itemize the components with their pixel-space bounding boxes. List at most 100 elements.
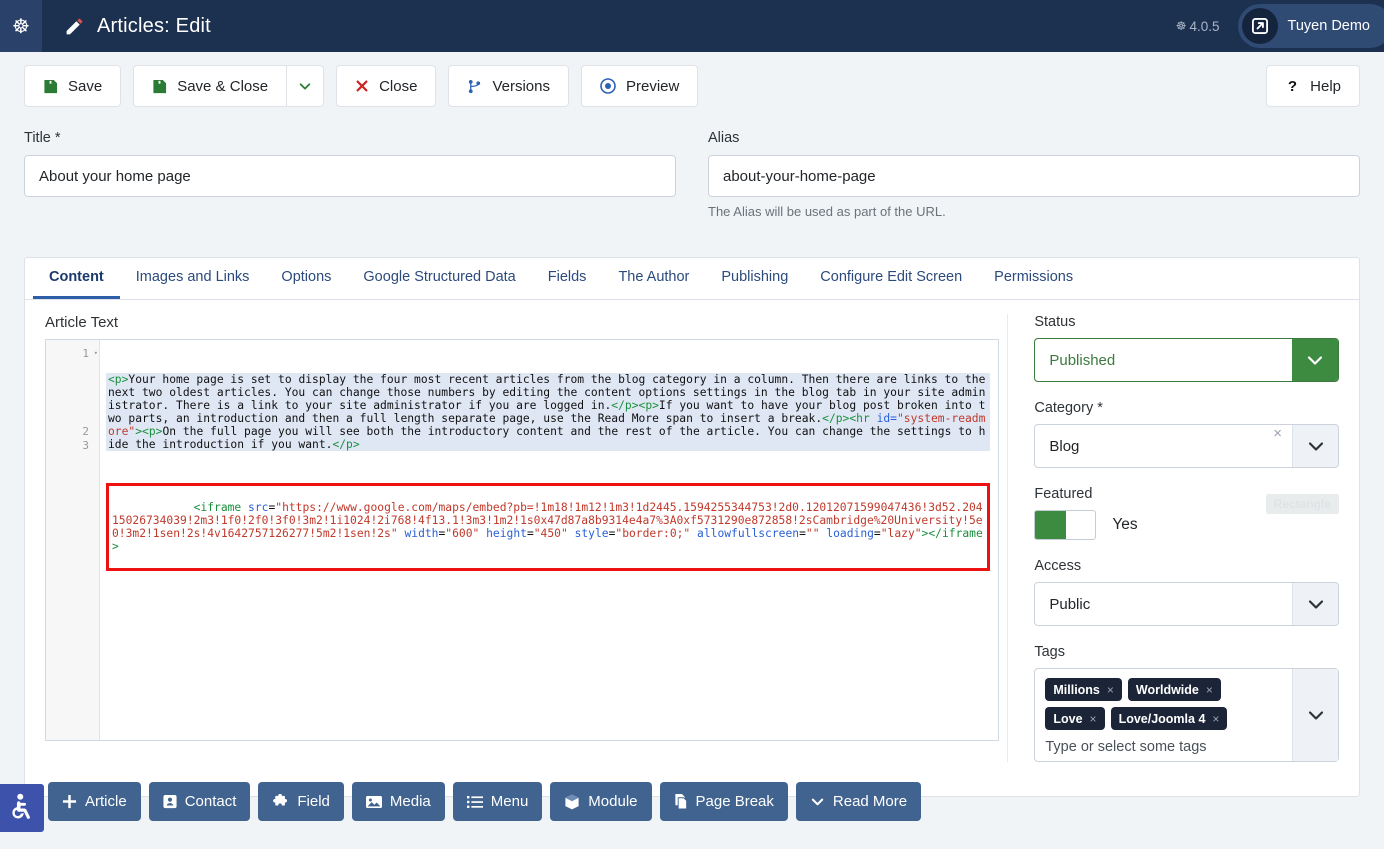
category-select[interactable]: Blog × bbox=[1034, 424, 1339, 468]
save-close-button-group: Save & Close bbox=[133, 65, 325, 107]
code-content[interactable]: <p>Your home page is set to display the … bbox=[100, 340, 998, 740]
tab-content[interactable]: Content bbox=[33, 258, 120, 299]
status-select[interactable]: Published bbox=[1034, 338, 1339, 382]
line-number-text: 2 bbox=[82, 425, 89, 438]
insert-page-break-button[interactable]: Page Break bbox=[659, 782, 788, 821]
save-button-label: Save bbox=[68, 77, 103, 95]
insert-module-button[interactable]: Module bbox=[550, 782, 652, 821]
tag-chip[interactable]: Millions × bbox=[1045, 678, 1122, 701]
insert-button-label: Article bbox=[85, 793, 127, 810]
tag-remove-x-icon[interactable]: × bbox=[1206, 683, 1213, 697]
tag-remove-x-icon[interactable]: × bbox=[1212, 712, 1219, 726]
tag-remove-x-icon[interactable]: × bbox=[1090, 712, 1097, 726]
close-button-label: Close bbox=[379, 77, 418, 95]
page-title: Articles: Edit bbox=[97, 14, 211, 37]
code-token-tag: <p> bbox=[108, 373, 129, 386]
tags-placeholder-text[interactable]: Type or select some tags bbox=[1045, 736, 1284, 755]
category-value: Blog bbox=[1049, 437, 1080, 455]
line-number-text: 1 bbox=[82, 347, 89, 360]
access-select[interactable]: Public bbox=[1034, 582, 1339, 626]
joomla-logo-button[interactable]: ☸ bbox=[0, 0, 42, 52]
code-token-attr: loading bbox=[826, 527, 874, 540]
featured-toggle-switch[interactable] bbox=[1034, 510, 1097, 540]
code-token-value: "lazy" bbox=[880, 527, 922, 540]
list-icon bbox=[466, 795, 483, 809]
insert-button-label: Contact bbox=[184, 793, 237, 810]
tab-label: Permissions bbox=[994, 269, 1074, 285]
tab-options[interactable]: Options bbox=[265, 258, 347, 299]
code-token-tag: </p> bbox=[332, 438, 360, 451]
preview-button[interactable]: Preview bbox=[581, 65, 699, 107]
insert-article-button[interactable]: Article bbox=[48, 782, 141, 821]
tag-chip[interactable]: Love/Joomla 4 × bbox=[1110, 707, 1228, 730]
chevron-down-icon[interactable] bbox=[1292, 669, 1338, 761]
tab-google-structured-data[interactable]: Google Structured Data bbox=[347, 258, 531, 299]
tab-fields[interactable]: Fields bbox=[532, 258, 603, 299]
chevron-down-icon[interactable] bbox=[1292, 425, 1338, 467]
tab-bar: Content Images and Links Options Google Str… bbox=[25, 258, 1359, 300]
tab-configure-edit-screen[interactable]: Configure Edit Screen bbox=[804, 258, 978, 299]
code-token-attr: id= bbox=[876, 412, 897, 425]
user-menu-button[interactable]: Tuyen Demo bbox=[1237, 4, 1384, 48]
code-line-html: <p>Your home page is set to display the … bbox=[106, 373, 991, 451]
insert-button-label: Field bbox=[297, 793, 330, 810]
cube-icon bbox=[564, 794, 580, 810]
save-button[interactable]: Save bbox=[24, 65, 122, 107]
chevron-down-icon[interactable] bbox=[1292, 339, 1338, 381]
tab-the-author[interactable]: The Author bbox=[602, 258, 705, 299]
code-token-attr: src bbox=[248, 501, 269, 514]
insert-button-label: Media bbox=[389, 793, 431, 810]
category-clear-x-icon[interactable]: × bbox=[1263, 425, 1292, 467]
insert-read-more-button[interactable]: Read More bbox=[795, 782, 922, 821]
code-token-tag: <iframe bbox=[193, 501, 242, 514]
insert-button-label: Read More bbox=[832, 793, 908, 810]
code-token-tag: </p> bbox=[611, 399, 639, 412]
line-number-text: 3 bbox=[82, 439, 89, 452]
top-navigation-bar: ☸ Articles: Edit ☸ 4.0.5 Tuyen Demo bbox=[0, 0, 1384, 52]
tab-label: The Author bbox=[618, 269, 690, 285]
save-and-close-button[interactable]: Save & Close bbox=[133, 65, 287, 107]
tag-chip-label: Love bbox=[1053, 711, 1083, 726]
versions-button[interactable]: Versions bbox=[448, 65, 569, 107]
alias-input[interactable] bbox=[708, 155, 1360, 197]
help-button[interactable]: ? Help bbox=[1266, 65, 1360, 107]
insert-menu-button[interactable]: Menu bbox=[452, 782, 543, 821]
tab-permissions[interactable]: Permissions bbox=[978, 258, 1089, 299]
tab-label: Content bbox=[49, 269, 104, 285]
fold-arrow-icon[interactable]: ▾ bbox=[94, 347, 98, 360]
external-link-icon bbox=[1241, 8, 1278, 44]
status-label: Status bbox=[1034, 314, 1076, 330]
eye-icon bbox=[600, 78, 616, 94]
chevron-down-icon bbox=[810, 794, 825, 809]
editor-column: Article Text 1 ▾ 2 3 <p>Your home page i… bbox=[45, 314, 1000, 762]
insert-field-button[interactable]: Field bbox=[258, 782, 344, 821]
title-label: Title * bbox=[24, 130, 61, 146]
code-editor[interactable]: 1 ▾ 2 3 <p>Your home page is set to disp… bbox=[45, 339, 1000, 741]
code-token-attr: style bbox=[574, 527, 609, 540]
accessibility-button[interactable] bbox=[0, 784, 44, 832]
close-button[interactable]: Close bbox=[336, 65, 437, 107]
tag-chip[interactable]: Worldwide × bbox=[1127, 678, 1221, 701]
tab-publishing[interactable]: Publishing bbox=[705, 258, 804, 299]
save-options-dropdown-toggle[interactable] bbox=[286, 65, 325, 107]
tag-remove-x-icon[interactable]: × bbox=[1107, 683, 1114, 697]
code-token-attr: width bbox=[404, 527, 439, 540]
line-number-gutter: 1 ▾ 2 3 bbox=[46, 340, 100, 740]
chevron-down-icon[interactable] bbox=[1292, 583, 1338, 625]
tags-field[interactable]: Millions × Worldwide × Love × Love/Joomla 4 × Ty… bbox=[1034, 668, 1339, 762]
topbar-right-group: ☸ 4.0.5 Tuyen Demo bbox=[1176, 0, 1384, 52]
tag-chip-label: Millions bbox=[1053, 682, 1100, 697]
tab-images-and-links[interactable]: Images and Links bbox=[120, 258, 266, 299]
insert-contact-button[interactable]: Contact bbox=[148, 782, 251, 821]
tag-chip[interactable]: Love × bbox=[1045, 707, 1105, 730]
featured-toggle-row: Yes bbox=[1034, 510, 1339, 540]
code-token-tag: </p> bbox=[822, 412, 850, 425]
title-input[interactable] bbox=[24, 155, 676, 197]
svg-text:?: ? bbox=[1288, 78, 1297, 95]
wheelchair-accessibility-icon bbox=[8, 793, 36, 823]
iframe-code-text: <iframe src="https://www.google.com/maps… bbox=[112, 501, 983, 553]
code-token-tag: > bbox=[135, 425, 143, 438]
insert-media-button[interactable]: Media bbox=[351, 782, 445, 821]
code-token-attr: height bbox=[486, 527, 527, 540]
code-token-txt: On the full page you will see both the i… bbox=[108, 425, 986, 451]
